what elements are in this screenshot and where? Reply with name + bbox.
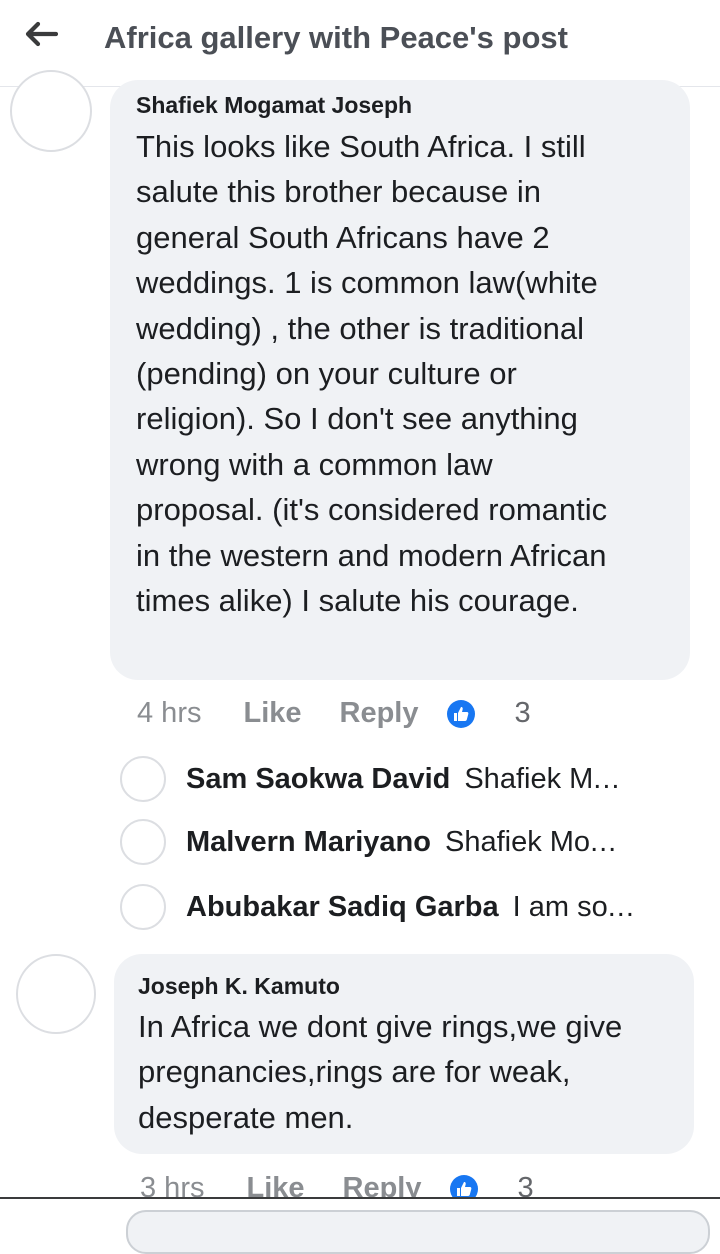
avatar	[120, 819, 166, 865]
ellipsis: ...	[607, 890, 635, 923]
comment-line: salute this brother because in	[136, 174, 541, 210]
like-button[interactable]: Like	[243, 697, 301, 730]
reply-snippet: I am so	[512, 890, 608, 923]
comment-line: general South Africans have 2	[136, 219, 550, 255]
comment-line: wrong with a common law	[136, 446, 493, 482]
avatar[interactable]	[10, 70, 92, 152]
reply-preview[interactable]: Malvern Mariyano Shafiek Mo...	[120, 819, 617, 865]
comment-line: (pending) on your culture or	[136, 356, 517, 392]
ellipsis: ...	[590, 825, 618, 858]
comment-text: In Africa we dont give rings,we give pre…	[138, 1004, 688, 1140]
ellipsis: ...	[593, 762, 621, 795]
reply-button[interactable]: Reply	[340, 697, 419, 730]
reply-preview[interactable]: Abubakar Sadiq Garba I am so...	[120, 884, 635, 930]
thumbs-up-icon	[446, 699, 475, 728]
comment-input[interactable]	[126, 1210, 710, 1254]
comment-bubble: Joseph K. Kamuto In Africa we dont give …	[114, 954, 694, 1154]
comment-actions: 4 hrs Like Reply 3	[137, 697, 531, 730]
avatar[interactable]	[16, 954, 96, 1034]
avatar	[120, 884, 166, 930]
reply-author: Sam Saokwa David	[186, 762, 451, 795]
comment-line: religion). So I don't see anything	[136, 401, 578, 437]
comment-timestamp: 4 hrs	[137, 697, 202, 729]
comment-line: proposal. (it's considered romantic	[136, 492, 608, 528]
top-bar: Africa gallery with Peace's post	[0, 0, 720, 87]
reply-snippet: Shafiek M	[464, 762, 594, 795]
back-arrow-icon	[25, 21, 58, 47]
comment-line: in the western and modern African	[136, 537, 607, 573]
avatar	[120, 756, 166, 802]
reaction-count[interactable]: 3	[515, 697, 531, 730]
reply-preview[interactable]: Sam Saokwa David Shafiek M...	[120, 756, 620, 802]
reply-author: Malvern Mariyano	[186, 825, 431, 858]
comment-line: In Africa we dont give rings,we give	[138, 1009, 623, 1044]
comment-author[interactable]: Shafiek Mogamat Joseph	[136, 92, 412, 119]
comment-bubble: Shafiek Mogamat Joseph This looks like S…	[110, 80, 690, 680]
comment-line: weddings. 1 is common law(white	[136, 265, 598, 301]
page-title: Africa gallery with Peace's post	[104, 20, 568, 55]
reply-author: Abubakar Sadiq Garba	[186, 890, 499, 923]
comment-line: This looks like South Africa. I still	[136, 129, 586, 164]
back-button[interactable]	[18, 14, 64, 54]
comment-line: times alike) I salute his courage.	[136, 583, 579, 619]
comment-text: This looks like South Africa. I still sa…	[136, 124, 686, 623]
reply-snippet: Shafiek Mo	[444, 825, 591, 858]
comment-line: wedding) , the other is traditional	[136, 310, 585, 346]
comment-author[interactable]: Joseph K. Kamuto	[138, 973, 340, 1000]
comment-line: pregnancies,rings are for weak,	[138, 1054, 571, 1090]
comment-line: desperate men.	[138, 1099, 354, 1135]
